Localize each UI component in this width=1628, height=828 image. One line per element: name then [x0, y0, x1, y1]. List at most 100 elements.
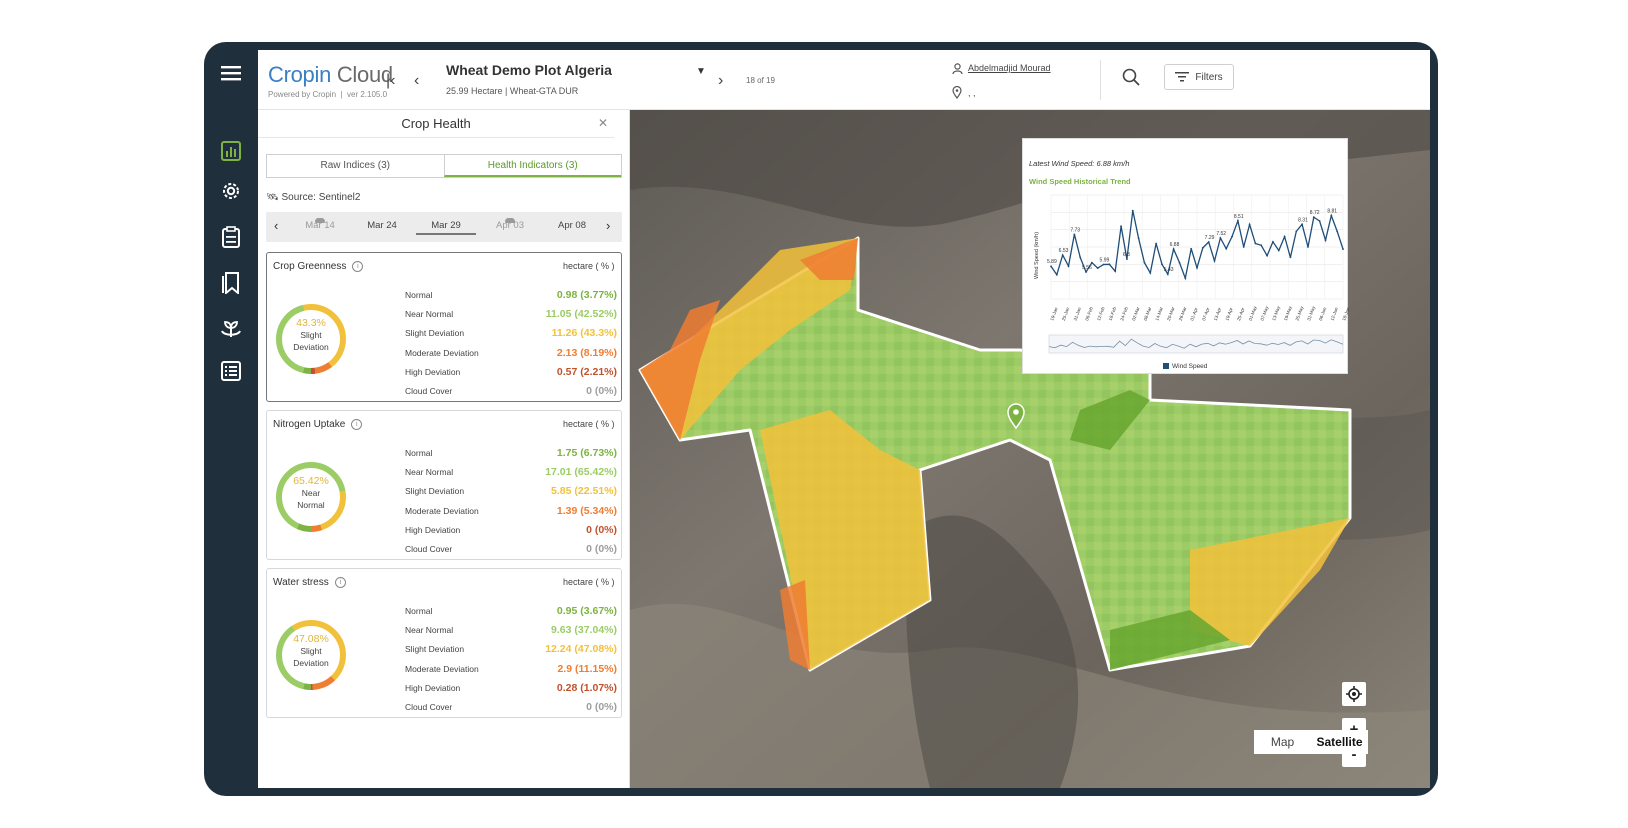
clipboard-icon[interactable] [216, 222, 246, 252]
close-icon[interactable]: ✕ [598, 116, 608, 130]
metric-row: Near Normal 11.05 (42.52%) [405, 304, 617, 323]
metric-value: 2.9 (11.15%) [557, 662, 617, 675]
logo-subtitle: Powered by Cropin | ver 2.105.0 [268, 90, 388, 99]
next-plot-button[interactable]: › [718, 72, 723, 90]
metric-row: Normal 1.75 (6.73%) [405, 443, 617, 462]
date-item[interactable]: Apr 08 [542, 220, 602, 231]
data-label: 8.72 [1310, 210, 1320, 216]
info-icon[interactable]: i [352, 261, 364, 272]
prev-plot-button[interactable]: ‹ [414, 72, 419, 90]
plot-dropdown-caret-icon[interactable]: ▼ [696, 66, 706, 77]
info-icon[interactable]: i [334, 577, 346, 588]
tab-raw-indices[interactable]: Raw Indices (3) [267, 155, 444, 177]
menu-icon[interactable] [216, 58, 246, 88]
metric-row: Normal 0.95 (3.67%) [405, 601, 617, 620]
metric-label: Slight Deviation [405, 644, 465, 655]
legend-swatch [1163, 363, 1169, 370]
app-device-frame: Cropin Cloud Powered by Cropin | ver 2.1… [204, 42, 1438, 796]
card-unit: hectare ( % ) [563, 261, 615, 271]
cropin-logo: Cropin Cloud [268, 62, 393, 87]
wind-data-point [1143, 261, 1146, 264]
card-unit: hectare ( % ) [563, 577, 615, 587]
map-type-map[interactable]: Map [1254, 730, 1311, 754]
metric-row: Normal 0.98 (3.77%) [405, 285, 617, 304]
wind-data-point [1137, 237, 1140, 240]
filter-icon [1175, 72, 1190, 82]
plot-title[interactable]: Wheat Demo Plot Algeria [446, 62, 612, 78]
metric-rows: Normal 0.98 (3.77%) Near Normal 11.05 (42.5… [405, 285, 617, 401]
first-plot-button[interactable]: |‹ [386, 72, 395, 90]
date-item-selected[interactable]: Mar 29 [416, 220, 476, 235]
gear-icon[interactable] [216, 176, 246, 206]
wind-speed-card: Latest Wind Speed: 6.88 km/h Wind Speed … [1022, 138, 1349, 375]
wind-chart-legend: Wind Speed [1163, 363, 1207, 370]
metric-value: 1.75 (6.73%) [556, 446, 617, 459]
filters-button[interactable]: Filters [1164, 64, 1234, 90]
metric-label: Near Normal [405, 308, 454, 319]
metric-card[interactable]: Water stress i hectare ( % ) 47.08% Slight De… [266, 568, 622, 718]
wind-data-point [1085, 271, 1087, 273]
wind-data-point [1073, 233, 1076, 236]
metric-rows: Normal 0.95 (3.67%) Near Normal 9.63 (37.04… [405, 601, 617, 717]
dashboard-icon[interactable] [216, 136, 246, 166]
x-tick-label: 19-May [1283, 305, 1293, 322]
metric-label: Normal [405, 605, 433, 616]
map-type-satellite[interactable]: Satellite [1311, 730, 1368, 754]
data-label: 7.52 [1216, 231, 1226, 237]
wind-data-point [1149, 272, 1152, 274]
metric-label: High Deviation [405, 524, 461, 535]
info-icon[interactable]: i [351, 419, 363, 430]
user-icon [952, 62, 963, 80]
metric-value: 5.85 (22.51%) [551, 485, 617, 498]
wind-data-point [1126, 258, 1128, 261]
wind-data-point [1201, 246, 1204, 249]
wind-data-point [1312, 216, 1315, 219]
metric-card[interactable]: Nitrogen Uptake i hectare ( % ) 65.42% Near N… [266, 410, 622, 560]
wind-data-point [1050, 265, 1052, 268]
bookmark-icon[interactable] [216, 268, 246, 298]
metric-value: 0.28 (1.07%) [556, 681, 617, 694]
date-item[interactable]: Mar 14 [290, 218, 350, 231]
satellite-map[interactable]: Latest Wind Speed: 6.88 km/h Wind Speed … [630, 110, 1430, 788]
user-name-link[interactable]: Abdelmadjid Mourad [968, 63, 1051, 73]
icon-rail [204, 42, 258, 796]
tab-health-indicators[interactable]: Health Indicators (3) [443, 155, 621, 177]
wind-data-point [1114, 270, 1117, 273]
data-label: 5.56 [1082, 265, 1092, 271]
wind-data-point [1266, 254, 1268, 257]
card-title: Water stress i [273, 577, 346, 588]
metric-row: Slight Deviation 5.85 (22.51%) [405, 482, 617, 501]
date-next-arrow-icon[interactable]: › [606, 218, 610, 233]
date-prev-arrow-icon[interactable]: ‹ [274, 218, 278, 233]
plant-icon[interactable] [216, 314, 246, 344]
metric-row: High Deviation 0.28 (1.07%) [405, 678, 617, 697]
wind-speed-chart[interactable]: Wind Speed (km/h) 5.896.53 7.73 5.56 5.99 6.3… [1023, 139, 1349, 375]
cloud-icon [315, 218, 325, 223]
wind-data-point [1301, 223, 1304, 226]
data-label: 8.31 [1298, 217, 1308, 223]
data-label: 5.99 [1100, 258, 1110, 264]
locate-me-icon[interactable] [1342, 682, 1366, 706]
search-icon[interactable] [1122, 68, 1140, 91]
donut-label: 43.3% Slight Deviation [273, 317, 349, 353]
metric-row: Moderate Deviation 2.9 (11.15%) [405, 659, 617, 678]
x-tick-label: 06-Jun [1318, 306, 1328, 321]
list-icon[interactable] [216, 356, 246, 386]
wind-data-point [1067, 265, 1070, 267]
data-label: 6.88 [1170, 242, 1180, 248]
x-tick-label: 13-May [1271, 305, 1281, 322]
date-item[interactable]: Mar 24 [352, 220, 412, 231]
data-label: 8.81 [1327, 209, 1337, 215]
wind-data-point [1061, 254, 1064, 257]
date-item[interactable]: Apr 03 [480, 218, 540, 231]
metric-value: 0.57 (2.21%) [556, 365, 617, 378]
metric-label: Near Normal [405, 624, 454, 635]
metric-value: 12.24 (47.08%) [545, 643, 617, 656]
metric-card[interactable]: Crop Greenness i hectare ( % ) 43.3% Slight D… [266, 252, 622, 402]
metric-row: Near Normal 17.01 (65.42%) [405, 462, 617, 481]
plot-pager: 18 of 19 [746, 76, 775, 85]
data-label: 5.89 [1047, 259, 1057, 265]
x-tick-label: 31-Jan [1073, 306, 1083, 321]
source-line: 🛰 Source: Sentinel2 [266, 192, 360, 203]
data-label: 7.29 [1205, 235, 1215, 241]
